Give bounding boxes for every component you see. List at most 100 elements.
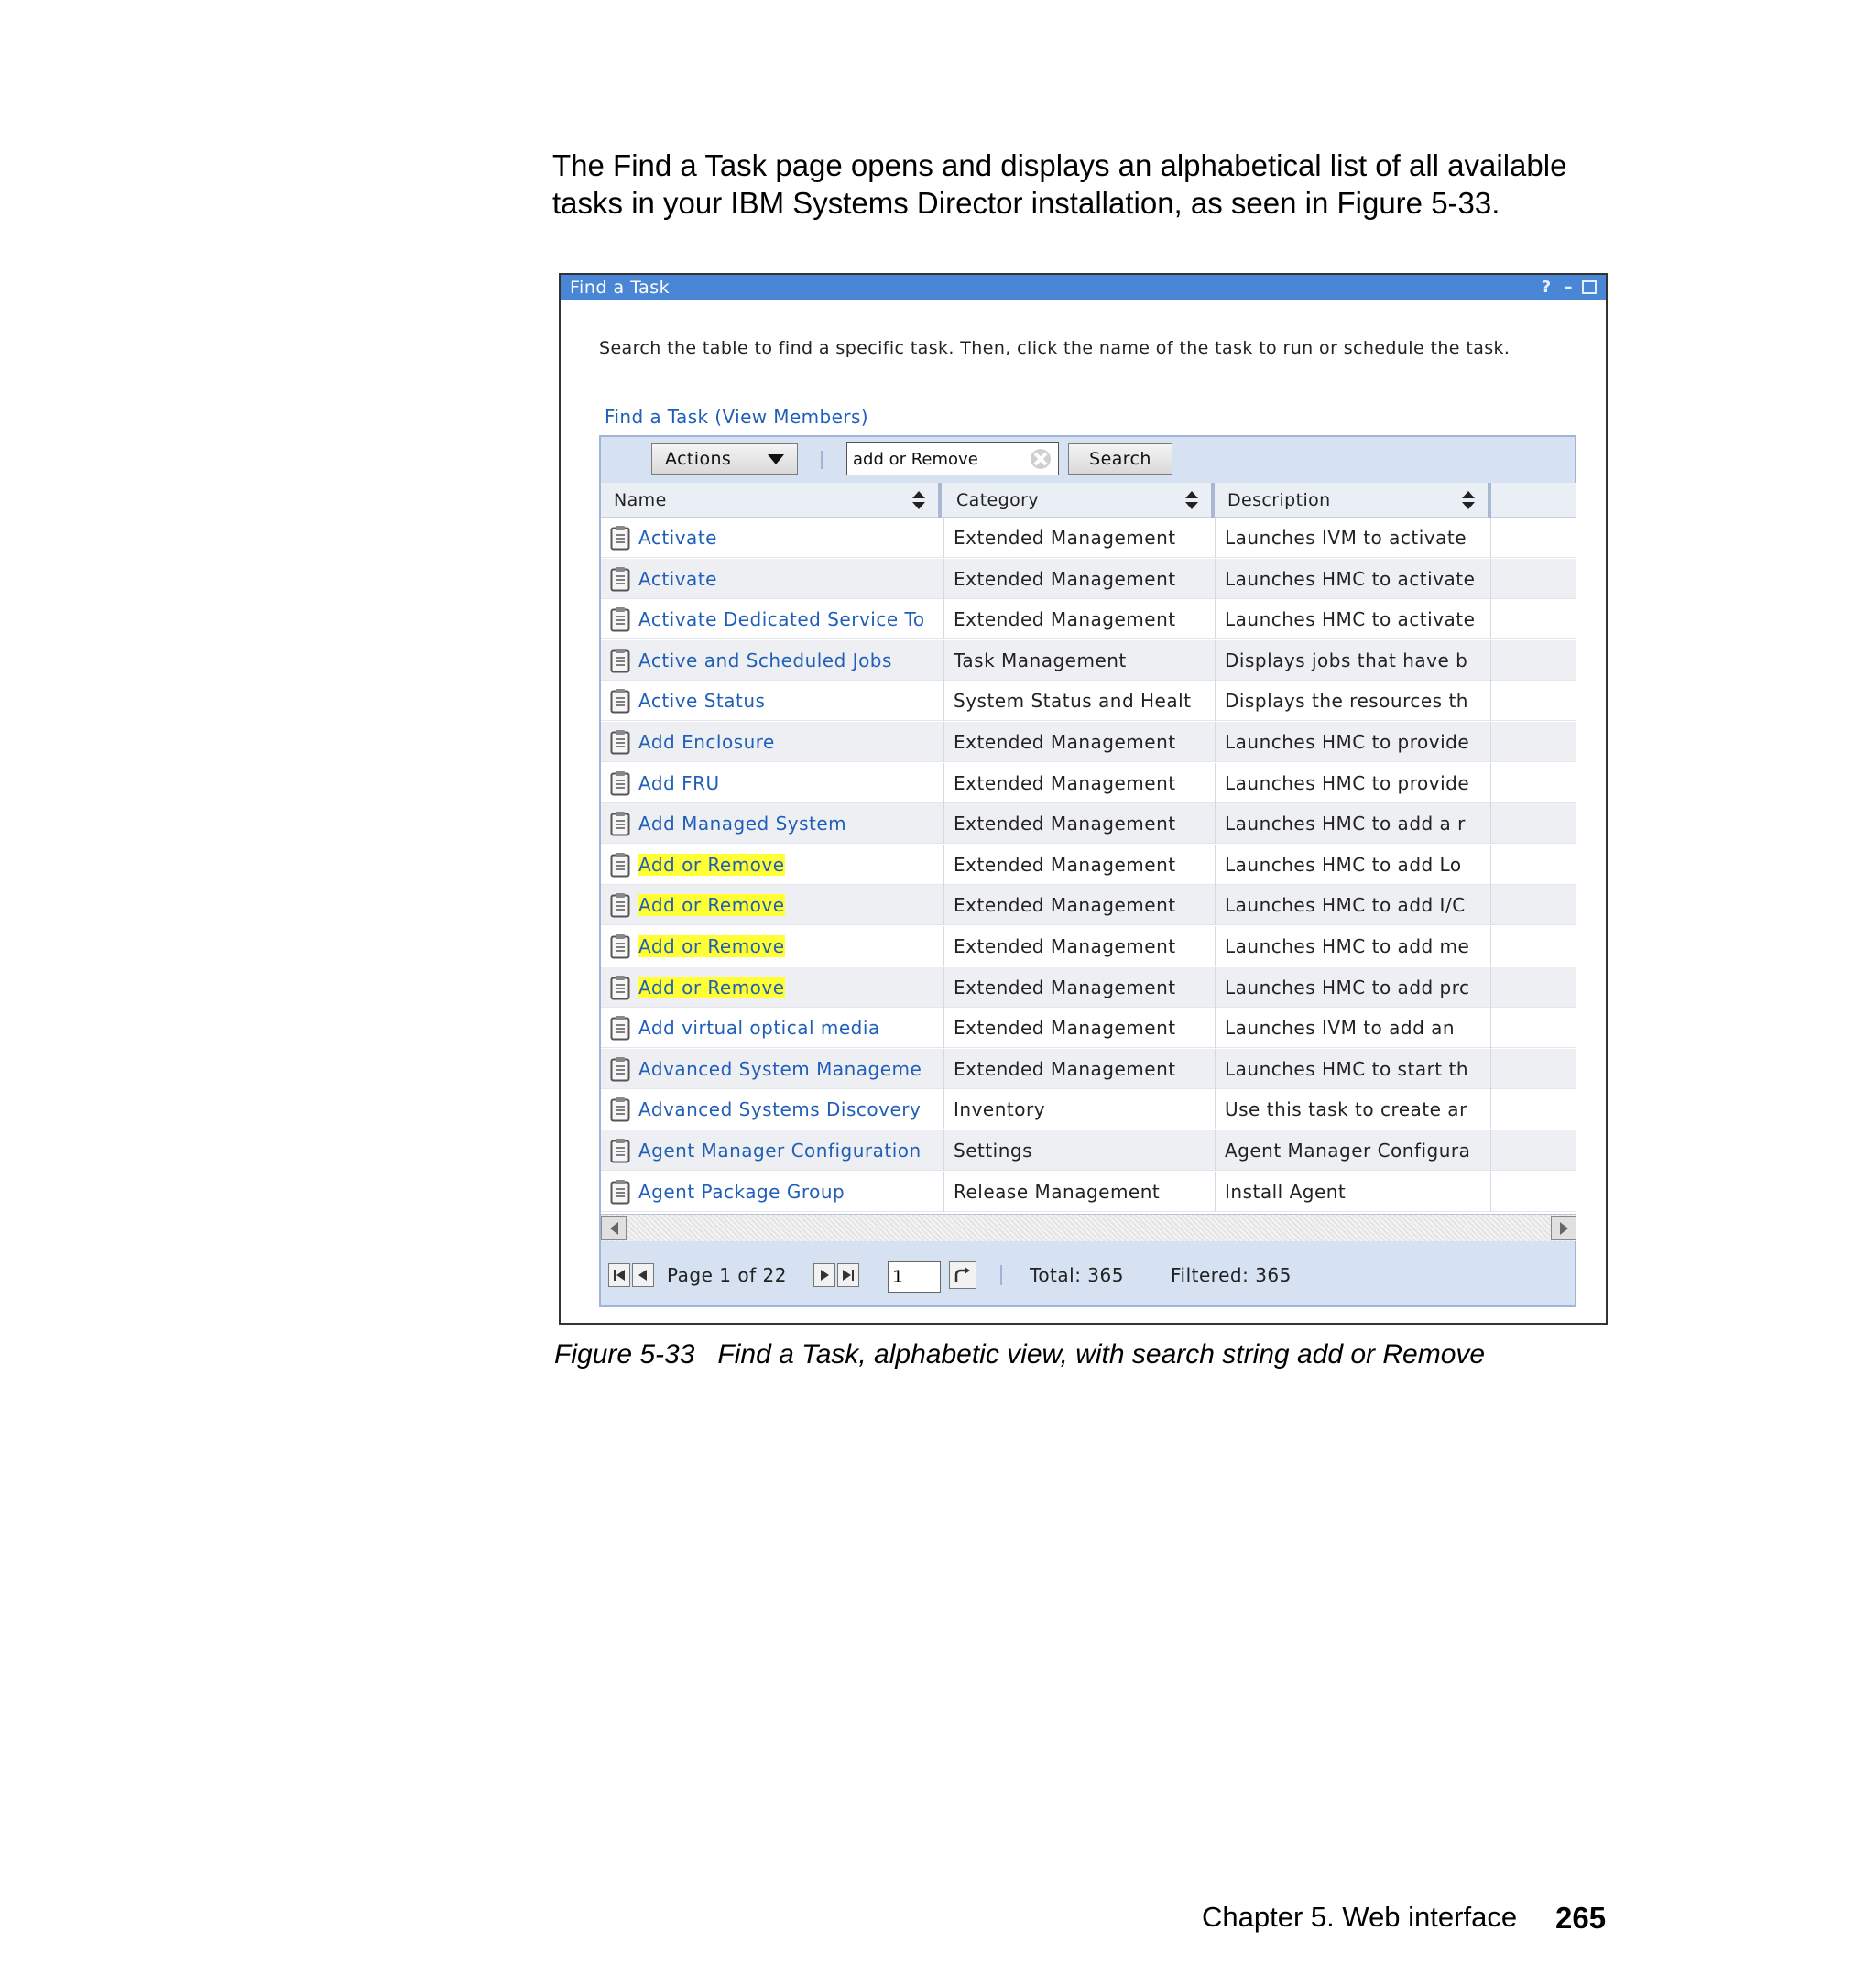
last-page-icon[interactable] [837,1263,859,1287]
task-name-cell: Active Status [610,681,942,721]
page-indicator: Page 1 of 22 [667,1264,787,1286]
go-to-page-icon[interactable] [949,1261,976,1289]
next-page-icon[interactable] [813,1263,835,1287]
scroll-right-icon[interactable] [1551,1216,1576,1240]
task-name-cell: Add or Remove [610,926,942,966]
task-name-link[interactable]: Add virtual optical media [638,1017,880,1039]
task-icon [610,730,630,755]
table-toolbar: Actions Search [601,437,1575,483]
task-icon [610,1097,630,1122]
window-description: Search the table to find a specific task… [599,338,1511,358]
window-titlebar: Find a Task ? – [561,275,1606,300]
actions-dropdown-button[interactable]: Actions [651,443,798,475]
task-category-cell: Extended Management [943,1008,1215,1049]
sort-icon [1185,491,1198,509]
task-name-link[interactable]: Add or Remove [638,935,785,957]
task-category-cell: Release Management [943,1171,1215,1212]
table-row: Add FRU Extended Management Launches HMC t… [601,762,1576,803]
help-icon[interactable]: ? [1538,278,1554,297]
table-row: Add or Remove Extended Management Launches… [601,926,1576,966]
task-icon [610,812,630,836]
table-row: Active and Scheduled Jobs Task Management… [601,639,1576,681]
table-row: Activate Extended Management Launches IVM … [601,518,1576,558]
sort-icon [1462,491,1475,509]
task-icon [610,1016,630,1041]
task-icon [610,689,630,714]
task-name-cell: Advanced Systems Discovery [610,1089,942,1129]
task-category-cell: Extended Management [943,966,1215,1008]
task-description-cell: Launches IVM to activate [1215,518,1491,558]
table-row: Activate Dedicated Service To Extended Ma… [601,599,1576,640]
task-name-cell: Add FRU [610,763,942,803]
table-row: Advanced Systems Discovery Inventory Use t… [601,1089,1576,1130]
task-name-link[interactable]: Add or Remove [638,853,785,876]
task-category-cell: Extended Management [943,885,1215,926]
table-row: Add or Remove Extended Management Launches… [601,885,1576,926]
task-name-link[interactable]: Add or Remove [638,976,785,998]
task-name-link[interactable]: Activate [638,527,717,549]
task-name-link[interactable]: Active and Scheduled Jobs [638,649,892,671]
table-row: Agent Manager Configuration Settings Agent… [601,1130,1576,1171]
actions-label: Actions [665,449,732,469]
column-header-description[interactable]: Description [1215,483,1491,518]
task-name-cell: Agent Package Group [610,1172,942,1212]
task-name-cell: Activate Dedicated Service To [610,599,942,639]
task-name-link[interactable]: Advanced System Manageme [638,1058,922,1080]
task-name-link[interactable]: Agent Manager Configuration [638,1140,922,1162]
task-name-link[interactable]: Add Enclosure [638,731,775,753]
task-category-cell: Extended Management [943,762,1215,803]
task-icon [610,770,630,796]
filtered-count: Filtered: 365 [1171,1264,1292,1286]
task-category-cell: Extended Management [943,844,1215,885]
task-description-cell: Launches HMC to add a r [1215,803,1491,845]
search-input[interactable] [853,449,1018,469]
task-name-cell: Add or Remove [610,845,942,885]
task-name-link[interactable]: Add Managed System [638,813,846,835]
column-header-category[interactable]: Category [943,483,1215,518]
previous-page-icon[interactable] [632,1263,654,1287]
task-icon [610,648,630,673]
task-name-link[interactable]: Activate [638,568,717,590]
task-icon [610,852,630,878]
scroll-left-icon[interactable] [601,1216,627,1240]
task-description-cell: Agent Manager Configura [1215,1130,1491,1171]
page-number-input[interactable] [888,1261,941,1293]
task-name-cell: Add virtual optical media [610,1008,942,1048]
task-name-link[interactable]: Activate Dedicated Service To [638,608,925,630]
task-name-link[interactable]: Advanced Systems Discovery [638,1098,921,1120]
page-number: 265 [1555,1901,1607,1935]
clear-search-icon[interactable] [1029,447,1053,471]
toolbar-separator [821,451,823,469]
task-description-cell: Launches HMC to add prc [1215,966,1491,1008]
task-description-cell: Displays jobs that have b [1215,639,1491,681]
minimize-icon[interactable]: – [1560,278,1576,297]
search-button[interactable]: Search [1068,443,1172,475]
task-category-cell: Extended Management [943,518,1215,558]
maximize-icon[interactable] [1582,280,1597,294]
task-table: Name Category Description Activate Extend… [601,483,1576,1214]
column-header-name[interactable]: Name [601,483,942,518]
window-title: Find a Task [570,277,671,298]
task-description-cell: Launches HMC to add Lo [1215,844,1491,885]
horizontal-scrollbar[interactable] [601,1214,1576,1241]
window-controls: ? – [1538,278,1597,297]
task-name-link[interactable]: Add or Remove [638,894,785,917]
chevron-down-icon [768,453,784,464]
sort-icon [912,491,925,509]
task-icon [610,893,630,918]
task-table-panel: Actions Search Name Category [599,435,1576,1307]
task-name-link[interactable]: Add FRU [638,772,720,794]
task-icon [610,1179,630,1205]
first-page-icon[interactable] [608,1263,630,1287]
task-name-link[interactable]: Agent Package Group [638,1181,845,1203]
task-category-cell: Extended Management [943,599,1215,640]
intro-paragraph: The Find a Task page opens and displays … [552,148,1567,220]
view-members-link[interactable]: Find a Task (View Members) [605,406,868,428]
task-name-link[interactable]: Active Status [638,690,765,712]
task-name-cell: Activate [610,518,942,558]
task-category-cell: Extended Management [943,803,1215,845]
task-name-cell: Add Enclosure [610,722,942,762]
pager-separator [1000,1265,1002,1285]
find-a-task-window: Find a Task ? – Search the table to find… [559,273,1608,1325]
task-category-cell: Extended Management [943,1048,1215,1089]
